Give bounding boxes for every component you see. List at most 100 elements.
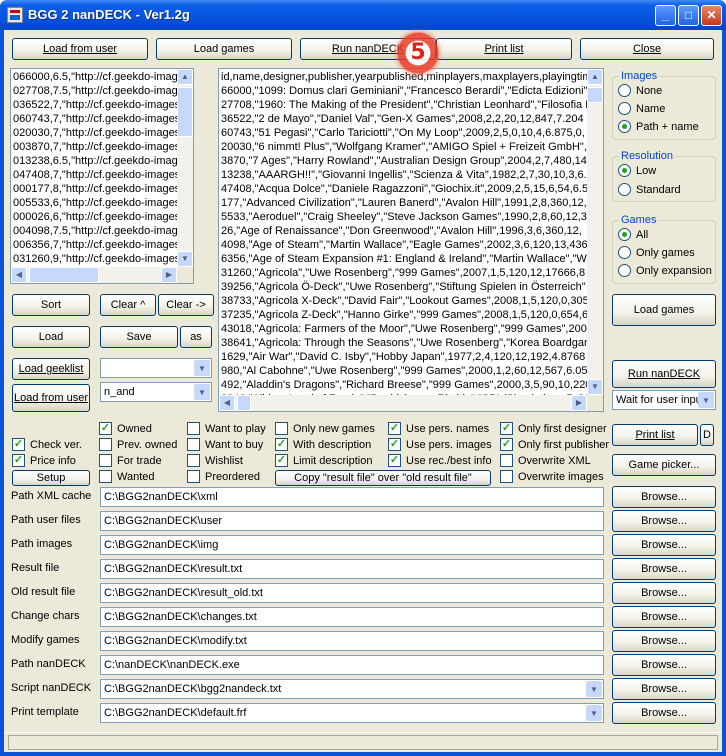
list-item[interactable]: 6356,"Age of Steam Expansion #1: England… — [219, 252, 603, 266]
path-field[interactable]: C:\BGG2nanDECK\default.frf ▼ — [100, 703, 604, 723]
list-item[interactable]: 004098,7.5,"http://cf.geekdo-images — [11, 224, 193, 238]
browse-button[interactable]: Browse... — [612, 486, 716, 508]
images-none-radio[interactable]: None — [618, 84, 662, 97]
list-item[interactable]: 43018,"Agricola: Farmers of the Moor","U… — [219, 322, 603, 336]
chevron-down-icon[interactable]: ▼ — [194, 360, 210, 376]
owned-checkbox[interactable]: ✓ Owned — [99, 422, 152, 435]
right-list-vscrollbar[interactable]: ▲ ▼ — [587, 69, 603, 395]
geeklist-combo[interactable]: ▼ — [100, 358, 212, 378]
use-rec-best-info-checkbox[interactable]: ✓ Use rec./best info — [388, 454, 492, 467]
list-item[interactable]: 37235,"Agricola Z-Deck","Hanno Girke","9… — [219, 308, 603, 322]
list-item[interactable]: 38733,"Agricola X-Deck","David Fair","Lo… — [219, 294, 603, 308]
for-trade-checkbox[interactable]: For trade — [99, 454, 162, 467]
games-only-games-radio[interactable]: Only games — [618, 246, 695, 259]
games-all-radio[interactable]: All — [618, 228, 648, 241]
prev-owned-checkbox[interactable]: Prev. owned — [99, 438, 177, 451]
path-field[interactable]: C:\BGG2nanDECK\img — [100, 535, 604, 555]
list-item[interactable]: 036522,7,"http://cf.geekdo-images.c — [11, 98, 193, 112]
browse-button[interactable]: Browse... — [612, 702, 716, 724]
wishlist-checkbox[interactable]: Wishlist — [187, 454, 243, 467]
list-item[interactable]: 060743,7,"http://cf.geekdo-images.c — [11, 112, 193, 126]
list-item[interactable]: 980,"Al Cabohne","Uwe Rosenberg","999 Ga… — [219, 364, 603, 378]
load-from-user-secondary-button[interactable]: Load from user — [12, 384, 90, 412]
browse-button[interactable]: Browse... — [612, 534, 716, 556]
list-item[interactable]: 4098,"Age of Steam","Martin Wallace","Ea… — [219, 238, 603, 252]
minimize-button[interactable]: _ — [655, 5, 676, 26]
sort-mode-combo[interactable]: n_and ▼ — [100, 382, 212, 402]
scroll-left-icon[interactable]: ◀ — [219, 395, 235, 411]
list-item[interactable]: 39256,"Agricola Ö-Deck","Uwe Rosenberg",… — [219, 280, 603, 294]
limit-description-checkbox[interactable]: ✓ Limit description — [275, 454, 372, 467]
list-item[interactable]: 020030,7,"http://cf.geekdo-images.c — [11, 126, 193, 140]
images-name-radio[interactable]: Name — [618, 102, 665, 115]
want-to-play-checkbox[interactable]: Want to play — [187, 422, 266, 435]
with-description-checkbox[interactable]: ✓ With description — [275, 438, 371, 451]
scroll-up-icon[interactable]: ▲ — [177, 69, 193, 85]
overwrite-images-checkbox[interactable]: Overwrite images — [500, 470, 604, 483]
browse-button[interactable]: Browse... — [612, 582, 716, 604]
path-field[interactable]: C:\BGG2nanDECK\bgg2nandeck.txt ▼ — [100, 679, 604, 699]
load-games-top-button[interactable]: Load games — [156, 38, 292, 60]
right-data-list[interactable]: id,name,designer,publisher,yearpublished… — [218, 68, 604, 412]
print-d-button[interactable]: D — [700, 424, 714, 446]
scroll-thumb[interactable] — [587, 87, 603, 103]
path-field[interactable]: C:\BGG2nanDECK\result_old.txt — [100, 583, 604, 603]
use-pers-names-checkbox[interactable]: ✓ Use pers. names — [388, 422, 489, 435]
print-list-button[interactable]: Print list — [612, 424, 698, 446]
scroll-down-icon[interactable]: ▼ — [587, 379, 603, 395]
list-item[interactable]: 20030,"6 nimmt! Plus","Wolfgang Kramer",… — [219, 140, 603, 154]
list-item[interactable]: 177,"Advanced Civilization","Lauren Bane… — [219, 196, 603, 210]
browse-button[interactable]: Browse... — [612, 558, 716, 580]
scroll-right-icon[interactable]: ▶ — [161, 267, 177, 283]
only-new-games-checkbox[interactable]: Only new games — [275, 422, 375, 435]
scroll-down-icon[interactable]: ▼ — [177, 251, 193, 267]
load-games-button[interactable]: Load games — [612, 294, 716, 326]
list-item[interactable]: 36522,"2 de Mayo","Daniel Val","Gen-X Ga… — [219, 112, 603, 126]
scroll-up-icon[interactable]: ▲ — [587, 69, 603, 85]
save-button[interactable]: Save — [100, 326, 178, 348]
browse-button[interactable]: Browse... — [612, 510, 716, 532]
chevron-down-icon[interactable]: ▼ — [194, 384, 210, 400]
left-list-vscrollbar[interactable]: ▲ ▼ — [177, 69, 193, 267]
run-nandeck-button[interactable]: Run nanDECK — [612, 360, 716, 388]
path-field[interactable]: C:\nanDECK\nanDECK.exe — [100, 655, 604, 675]
overwrite-xml-checkbox[interactable]: Overwrite XML — [500, 454, 591, 467]
scroll-left-icon[interactable]: ◀ — [11, 267, 27, 283]
list-item[interactable]: 47408,"Acqua Dolce","Daniele Ragazzoni",… — [219, 182, 603, 196]
load-from-user-button[interactable]: Load from user — [12, 38, 148, 60]
clear-up-button[interactable]: Clear ^ — [100, 294, 156, 316]
copy-result-button[interactable]: Copy "result file" over "old result file… — [275, 470, 491, 486]
chevron-down-icon[interactable]: ▼ — [586, 681, 602, 697]
games-only-expansion-radio[interactable]: Only expansion — [618, 264, 712, 277]
browse-button[interactable]: Browse... — [612, 678, 716, 700]
path-field[interactable]: C:\BGG2nanDECK\result.txt — [100, 559, 604, 579]
chevron-down-icon[interactable]: ▼ — [698, 392, 714, 408]
browse-button[interactable]: Browse... — [612, 630, 716, 652]
load-button[interactable]: Load — [12, 326, 90, 348]
list-item[interactable]: 492,"Aladdin's Dragons","Richard Breese"… — [219, 378, 603, 392]
left-data-list[interactable]: 066000,6.5,"http://cf.geekdo-images 02770… — [10, 68, 194, 284]
list-item[interactable]: 005533,6,"http://cf.geekdo-images.c — [11, 196, 193, 210]
preordered-checkbox[interactable]: Preordered — [187, 470, 260, 483]
close-button[interactable]: Close — [580, 38, 714, 60]
list-item[interactable]: 000177,8,"http://cf.geekdo-images.c — [11, 182, 193, 196]
game-picker-button[interactable]: Game picker... — [612, 454, 716, 476]
sort-button[interactable]: Sort — [12, 294, 90, 316]
list-item[interactable]: 027708,7.5,"http://cf.geekdo-images — [11, 84, 193, 98]
setup-button[interactable]: Setup — [12, 470, 90, 486]
check-ver-checkbox[interactable]: ✓ Check ver. — [12, 438, 82, 451]
maximize-button[interactable]: □ — [678, 5, 699, 26]
list-item[interactable]: 047408,7,"http://cf.geekdo-images.c — [11, 168, 193, 182]
list-item[interactable]: 003870,7,"http://cf.geekdo-images.c — [11, 140, 193, 154]
want-to-buy-checkbox[interactable]: Want to buy — [187, 438, 263, 451]
print-list-top-button[interactable]: Print list — [436, 38, 572, 60]
list-item[interactable]: 3870,"7 Ages","Harry Rowland","Australia… — [219, 154, 603, 168]
scroll-thumb[interactable] — [237, 395, 251, 411]
list-item[interactable]: 013238,6.5,"http://cf.geekdo-images — [11, 154, 193, 168]
scroll-thumb[interactable] — [177, 87, 193, 137]
list-item[interactable]: 26,"Age of Renaissance","Don Greenwood",… — [219, 224, 603, 238]
list-item[interactable]: 5533,"Aeroduel","Craig Sheeley","Steve J… — [219, 210, 603, 224]
load-geeklist-button[interactable]: Load geeklist — [12, 358, 90, 380]
wanted-checkbox[interactable]: Wanted — [99, 470, 155, 483]
clear-right-button[interactable]: Clear -> — [158, 294, 214, 316]
